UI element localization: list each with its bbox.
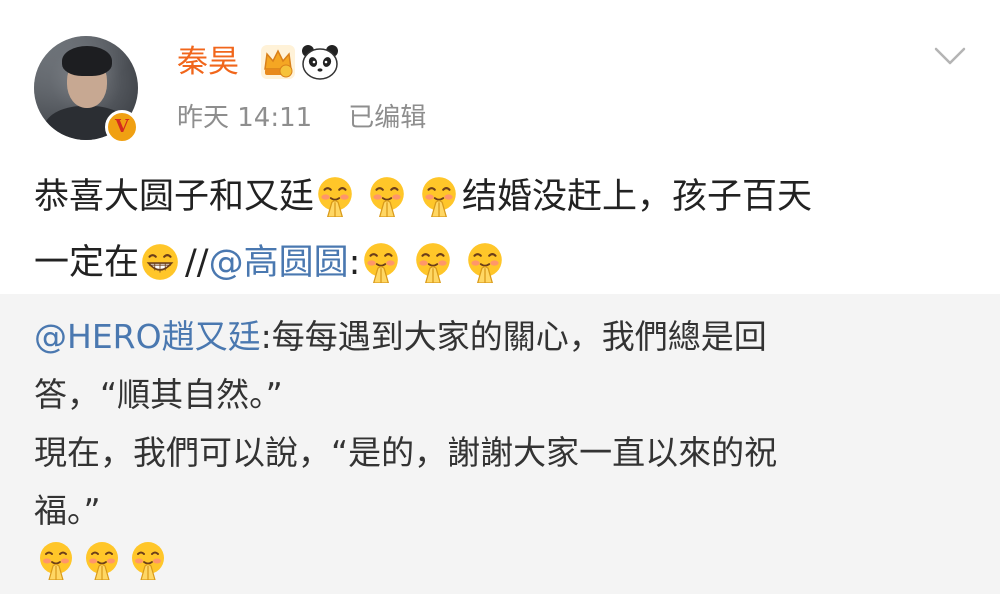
avatar-hair <box>62 46 112 76</box>
post-text-segment: 恭喜大圆子和又廷 <box>34 177 315 217</box>
praying-hands-emoji-icon <box>82 540 122 580</box>
repost-text-segment: :每每遇到大家的關心，我們總是回 <box>260 317 767 356</box>
praying-hands-emoji-icon <box>314 175 356 217</box>
post-meta: 昨天 14:11 已编辑 <box>177 98 426 138</box>
post-body: 恭喜大圆子和又廷 结婚没赶上，孩子百天一定在 //@高圆圆: <box>34 164 974 296</box>
praying-hands-emoji-icon <box>36 540 76 580</box>
post-text-segment: 一定在 <box>34 243 140 283</box>
praying-hands-emoji-icon <box>464 241 506 283</box>
praying-hands-emoji-icon <box>366 175 408 217</box>
repost-text-segment: 福。” <box>34 491 101 530</box>
author-name[interactable]: 秦昊 <box>177 40 239 84</box>
verified-badge-icon: V <box>105 110 139 144</box>
repost-separator: // <box>185 243 209 283</box>
post-text-segment: : <box>348 243 361 283</box>
repost-mention-link[interactable]: @HERO趙又廷 <box>34 317 261 356</box>
post-text-segment: 结婚没赶上，孩子百天 <box>462 177 813 217</box>
repost-body: @HERO趙又廷:每每遇到大家的關心，我們總是回 答，“順其自然。” 現在，我們… <box>34 308 974 540</box>
post-header: V 秦昊 昨天 14:11 已编辑 <box>0 0 1000 160</box>
panda-icon[interactable] <box>300 43 340 81</box>
praying-hands-emoji-icon <box>128 540 168 580</box>
repost-text-segment: 答，“順其自然。” <box>34 375 283 414</box>
chevron-down-icon[interactable] <box>930 40 970 70</box>
post-time: 昨天 14:11 <box>177 103 313 133</box>
praying-hands-emoji-icon <box>412 241 454 283</box>
repost-card[interactable]: @HERO趙又廷:每每遇到大家的關心，我們總是回 答，“順其自然。” 現在，我們… <box>0 294 1000 594</box>
repost-emoji-row <box>36 540 174 580</box>
edited-label[interactable]: 已编辑 <box>348 103 426 133</box>
praying-hands-emoji-icon <box>418 175 460 217</box>
crown-icon[interactable] <box>259 43 297 81</box>
praying-hands-emoji-icon <box>360 241 402 283</box>
grinning-face-emoji-icon <box>139 241 181 283</box>
mention-link[interactable]: @高圆圆 <box>209 243 349 283</box>
verified-badge-label: V <box>115 116 129 137</box>
repost-text-segment: 現在，我們可以說，“是的，謝謝大家一直以來的祝 <box>34 433 778 472</box>
